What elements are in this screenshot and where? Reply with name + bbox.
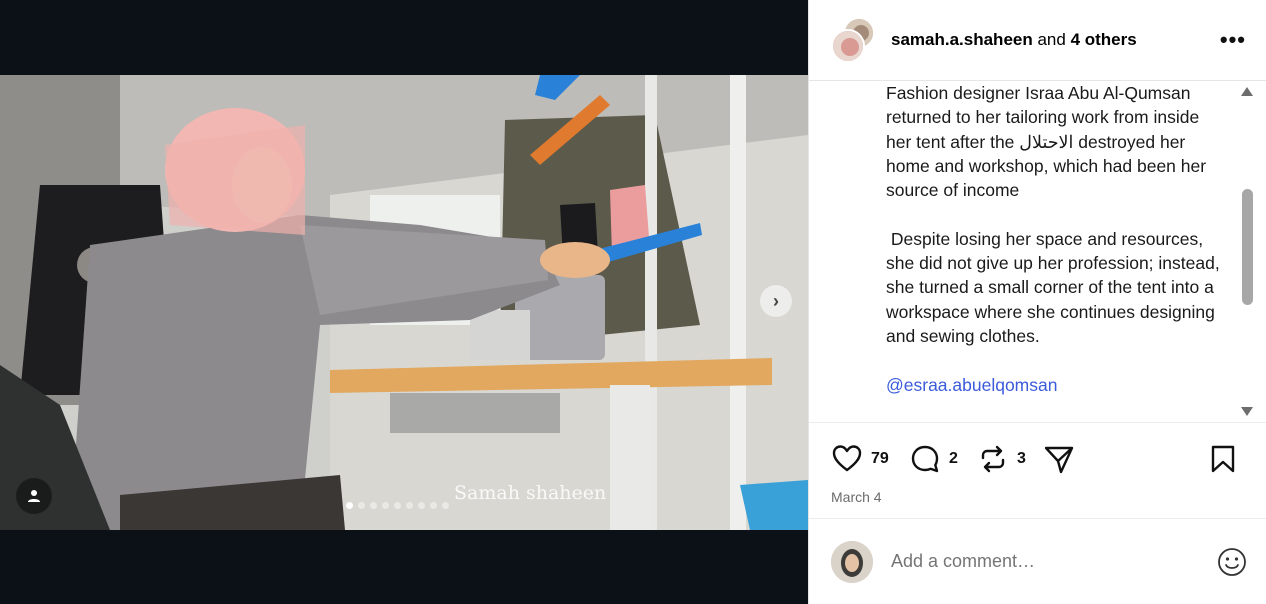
comment-count: 2: [949, 450, 958, 467]
repost-count: 3: [1017, 450, 1026, 467]
scroll-thumb[interactable]: [1242, 189, 1253, 305]
more-horizontal-icon: •••: [1219, 27, 1246, 52]
photo-illustration: [0, 75, 808, 530]
carousel-dot[interactable]: [406, 502, 413, 509]
media-pane: › Samah shaheen: [0, 0, 808, 604]
like-count: 79: [871, 450, 889, 467]
collaborator-avatars[interactable]: [831, 17, 877, 63]
caption-body: Fashion designer Israa Abu Al-Qumsan ret…: [886, 83, 1220, 346]
carousel-dots: [346, 502, 449, 509]
bookmark-icon: [1211, 445, 1235, 473]
post-actions: 79 2 3 March 4: [809, 423, 1266, 518]
share-button[interactable]: [1043, 443, 1075, 475]
post-photo[interactable]: [0, 75, 808, 530]
caption-area: Fashion designer Israa Abu Al-Qumsan ret…: [809, 81, 1266, 423]
repost-icon: [981, 445, 1005, 473]
and-text: and: [1032, 30, 1071, 49]
heart-icon: [832, 445, 862, 472]
post-viewer: › Samah shaheen samah.a.shaheen and 4 ot…: [0, 0, 1266, 604]
comment-icon: [911, 445, 939, 473]
caption-scrollbar[interactable]: [1239, 81, 1255, 423]
carousel-dot[interactable]: [358, 502, 365, 509]
comment-input[interactable]: [891, 551, 1217, 572]
user-icon: [28, 490, 40, 502]
owner-username[interactable]: samah.a.shaheen: [891, 30, 1033, 49]
more-options-button[interactable]: •••: [1220, 29, 1246, 51]
scroll-down-arrow-icon[interactable]: [1241, 407, 1253, 416]
current-user-avatar: [831, 540, 873, 583]
repost-button[interactable]: 3: [977, 443, 1026, 475]
avatar: [831, 29, 865, 63]
carousel-dot[interactable]: [430, 502, 437, 509]
carousel-dot[interactable]: [346, 502, 353, 509]
comment-composer: [809, 518, 1266, 604]
carousel-next-button[interactable]: ›: [760, 285, 792, 317]
others-link[interactable]: 4 others: [1071, 30, 1137, 49]
scroll-up-arrow-icon[interactable]: [1241, 87, 1253, 96]
emoji-icon[interactable]: [1217, 547, 1247, 577]
post-side-panel: samah.a.shaheen and 4 others ••• Fashion…: [808, 0, 1266, 604]
comment-button[interactable]: 2: [909, 443, 958, 475]
carousel-dot[interactable]: [442, 502, 449, 509]
tagged-people-button[interactable]: [16, 478, 52, 514]
photo-watermark: Samah shaheen: [454, 482, 607, 504]
carousel-dot[interactable]: [370, 502, 377, 509]
post-owner-line: samah.a.shaheen and 4 others: [891, 30, 1220, 50]
chevron-right-icon: ›: [773, 290, 779, 311]
carousel-dot[interactable]: [382, 502, 389, 509]
post-header: samah.a.shaheen and 4 others •••: [809, 0, 1266, 81]
post-date: March 4: [831, 489, 882, 505]
like-button[interactable]: 79: [831, 443, 889, 475]
carousel-dot[interactable]: [394, 502, 401, 509]
send-icon: [1044, 446, 1074, 474]
save-button[interactable]: [1207, 443, 1239, 475]
carousel-dot[interactable]: [418, 502, 425, 509]
mention-link[interactable]: @esraa.abuelqomsan: [886, 375, 1057, 395]
caption-text: Fashion designer Israa Abu Al-Qumsan ret…: [886, 81, 1226, 423]
